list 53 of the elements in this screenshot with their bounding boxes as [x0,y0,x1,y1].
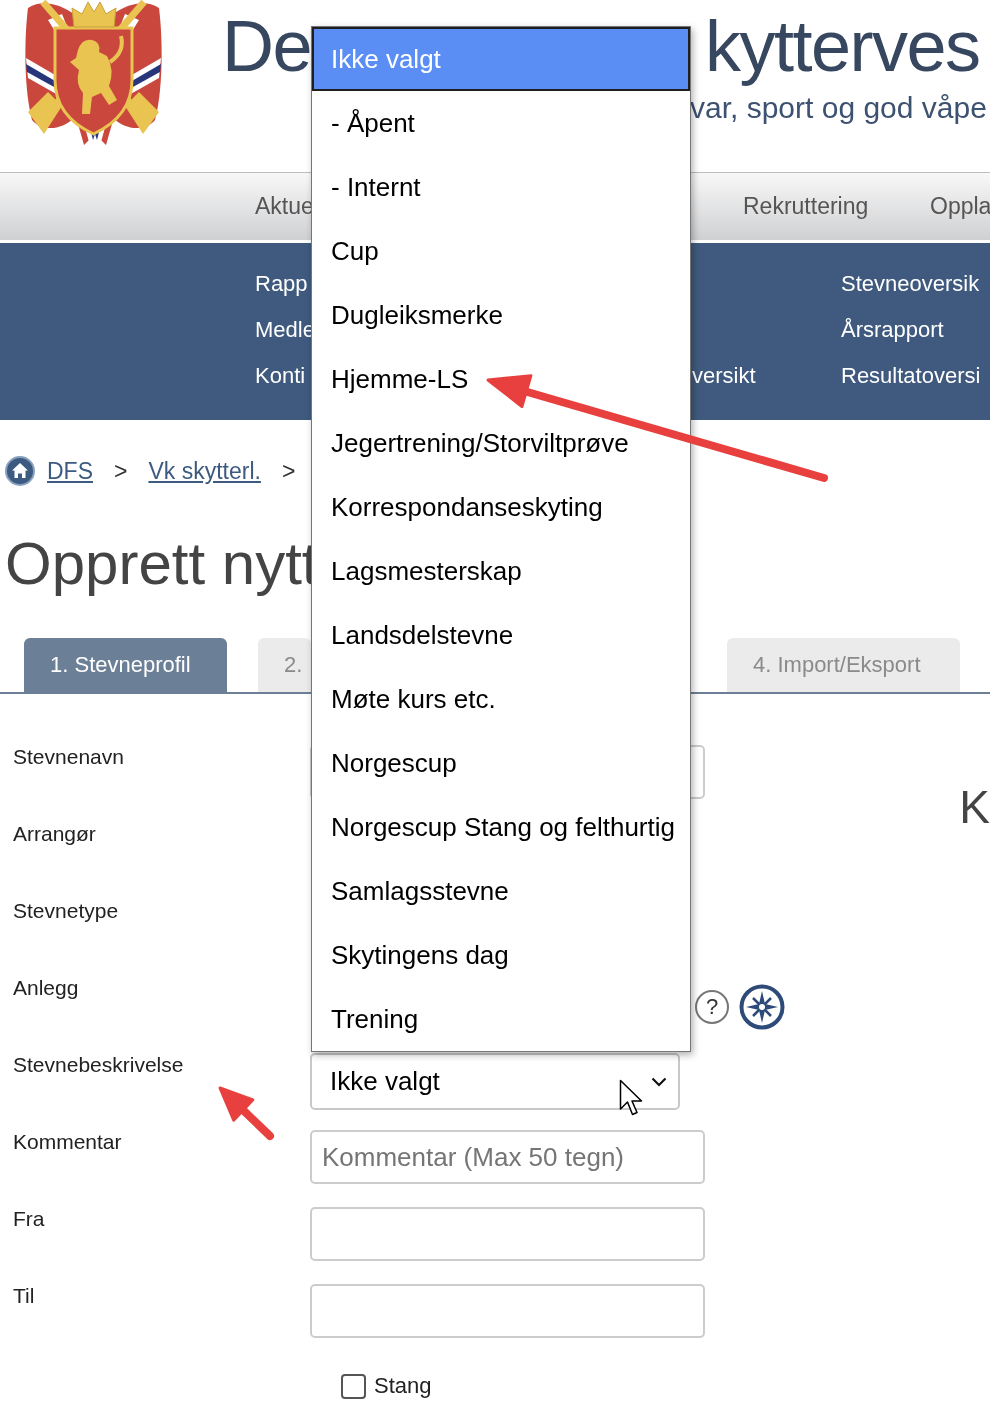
help-button[interactable]: ? [695,990,729,1024]
breadcrumb-link[interactable]: DFS [47,457,93,485]
nav-link[interactable]: Rekruttering [743,193,869,220]
submenu-link[interactable]: Resultatoversi [841,363,981,389]
breadcrumb-separator: > [114,457,128,485]
dropdown-option[interactable]: Norgescup [312,731,690,795]
dropdown-option[interactable]: Korrespondanseskyting [312,475,690,539]
submenu-link[interactable]: versikt [692,363,756,389]
dropdown-option[interactable]: - Åpent [312,91,690,155]
site-title: De [222,6,312,86]
dropdown-option[interactable]: Skytingens dag [312,923,690,987]
breadcrumb-link[interactable]: Vk skytterl. [148,457,261,485]
dropdown-option[interactable]: Møte kurs etc. [312,667,690,731]
dropdown-option[interactable]: Norgescup Stang og felthurtig [312,795,690,859]
nav-link[interactable]: Aktue [255,193,314,220]
select-field[interactable]: Ikke valgt [310,1053,680,1110]
dropdown-option[interactable]: Dugleiksmerke [312,283,690,347]
site-tagline: var, sport og god våpe [690,90,987,126]
chevron-down-icon [651,1076,667,1087]
input-field[interactable]: Kommentar (Max 50 tegn) [310,1130,705,1184]
field-label: Kommentar [13,1130,122,1154]
field-label: Fra [13,1207,45,1231]
dropdown-option[interactable]: Landsdelstevne [312,603,690,667]
field-label: Arrangør [13,822,96,846]
dropdown-option[interactable]: Samlagsstevne [312,859,690,923]
dropdown-option[interactable]: - Internt [312,155,690,219]
section-heading: K [959,783,990,831]
dropdown-option[interactable]: Trening [312,987,690,1051]
submenu-link[interactable]: Medle [255,317,315,343]
annotation-arrow [218,1086,274,1140]
field-label: Stevnetype [13,899,119,923]
field-label: Til [13,1284,35,1308]
field-label: Anlegg [13,976,79,1000]
field-label: Stevnebeskrivelse [13,1053,184,1077]
breadcrumb-separator: > [281,457,296,485]
input-field[interactable] [310,1284,705,1338]
submenu-link[interactable]: Rapp [255,271,308,297]
site-title: kytterves [705,6,980,86]
input-field[interactable] [310,1207,705,1261]
dropdown-option[interactable]: Hjemme-LS [312,347,690,411]
dropdown-option[interactable]: Cup [312,219,690,283]
checkbox[interactable] [341,1373,366,1399]
dropdown-option[interactable]: Lagsmesterskap [312,539,690,603]
tab[interactable]: 1. Stevneprofil [24,638,227,692]
compass-rose-icon[interactable] [739,984,785,1030]
dropdown-option[interactable]: Jegertrening/Storviltprøve [312,411,690,475]
submenu-link[interactable]: Årsrapport [841,317,944,343]
home-icon[interactable] [5,456,35,486]
submenu-link[interactable]: Konti [255,363,306,389]
checkbox-label[interactable]: Stang [374,1373,432,1399]
mouse-pointer-icon [619,1079,645,1117]
field-label: Stevnenavn [13,745,124,769]
submenu-link[interactable]: Stevneoversik [841,271,980,297]
